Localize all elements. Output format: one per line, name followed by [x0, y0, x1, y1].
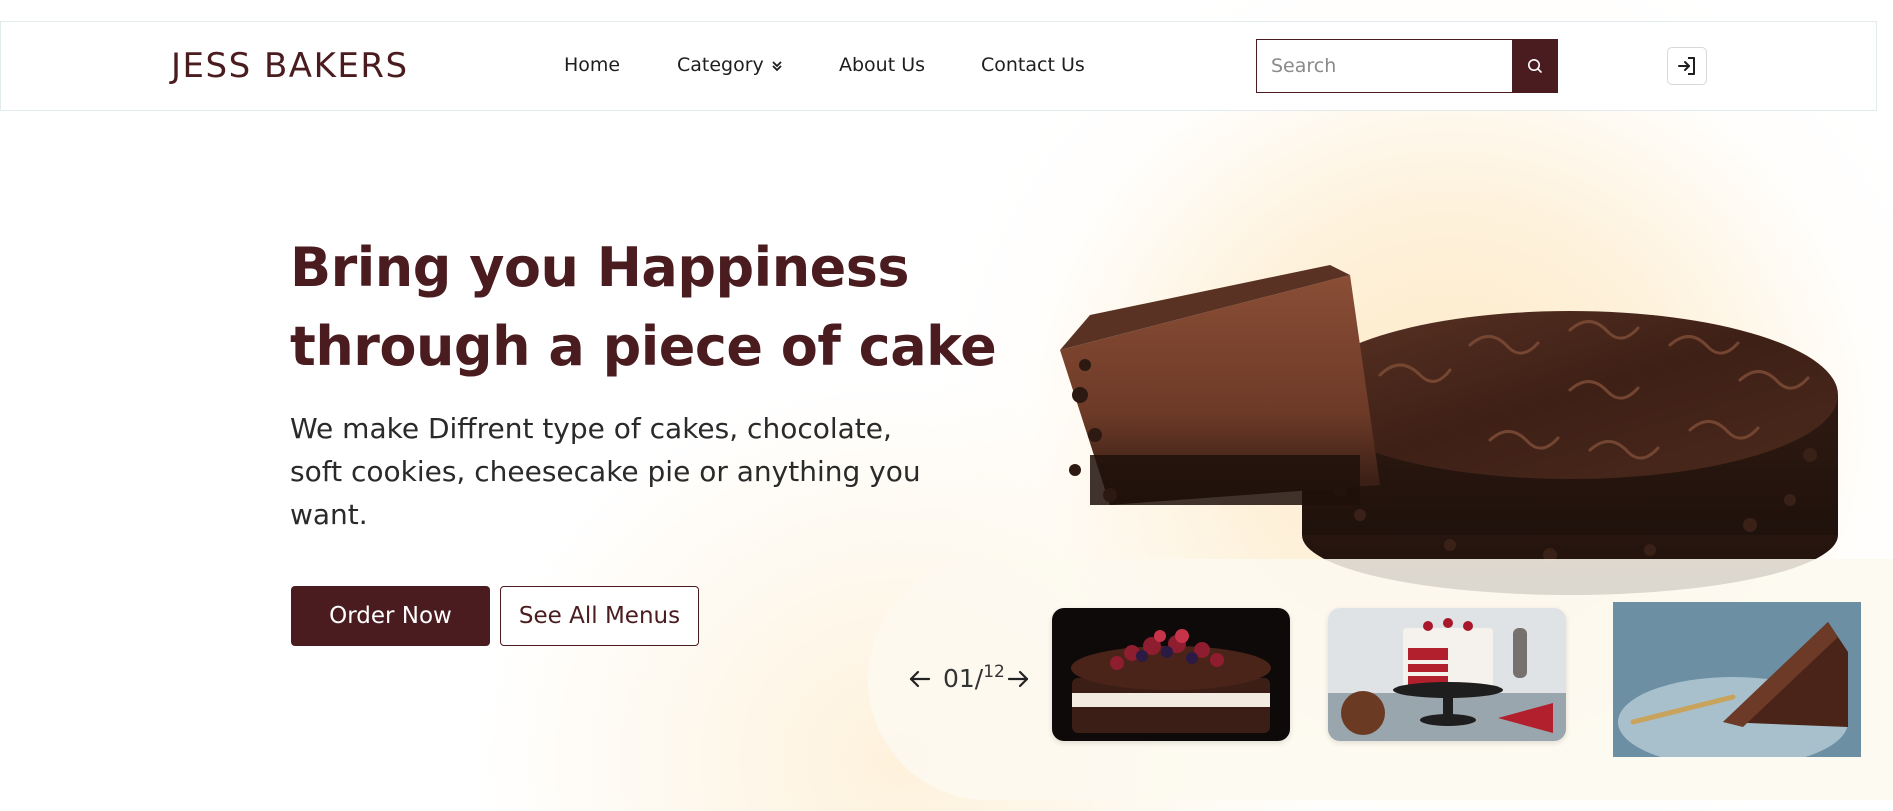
search-button[interactable] [1512, 39, 1558, 93]
login-button[interactable] [1667, 47, 1707, 85]
search-box [1256, 39, 1558, 93]
nav-home-link[interactable]: Home [564, 54, 620, 76]
hero-headline: Bring you Happiness through a piece of c… [290, 228, 1010, 386]
chocolate-cake-image [1060, 265, 1838, 595]
see-all-menus-button[interactable]: See All Menus [500, 586, 699, 646]
arrow-left-icon[interactable] [905, 664, 935, 694]
navbar: JESS BAKERS Home Category About Us Conta… [0, 21, 1877, 111]
carousel-thumbnail-berry-cake[interactable] [1052, 608, 1290, 741]
nav-contact-link[interactable]: Contact Us [981, 54, 1085, 76]
brand-logo[interactable]: JESS BAKERS [171, 46, 409, 86]
chevron-double-down-icon [772, 60, 782, 71]
nav-about-link[interactable]: About Us [839, 54, 925, 76]
hero-subtext: We make Diffrent type of cakes, chocolat… [290, 412, 921, 531]
berry-cake-image [1052, 608, 1290, 741]
search-input[interactable] [1257, 40, 1512, 92]
red-velvet-cake-image [1328, 608, 1566, 741]
order-now-button[interactable]: Order Now [291, 586, 490, 646]
carousel-current: 01/ [943, 664, 984, 693]
hero-headline-line1: Bring you Happiness [290, 236, 910, 299]
nav-category-label: Category [677, 54, 764, 76]
carousel-counter: 01/12 [943, 662, 1005, 693]
carousel-total: 12 [983, 662, 1005, 682]
nav-category-dropdown[interactable]: Category [677, 54, 784, 76]
chocolate-slice-image [1613, 602, 1861, 757]
login-icon [1678, 57, 1695, 75]
carousel-thumbnail-red-velvet[interactable] [1328, 608, 1566, 741]
hero-headline-line2: through a piece of cake [290, 315, 997, 378]
arrow-right-icon[interactable] [1003, 664, 1033, 694]
carousel-thumbnail-chocolate-slice[interactable] [1613, 602, 1861, 757]
search-icon [1528, 59, 1542, 73]
